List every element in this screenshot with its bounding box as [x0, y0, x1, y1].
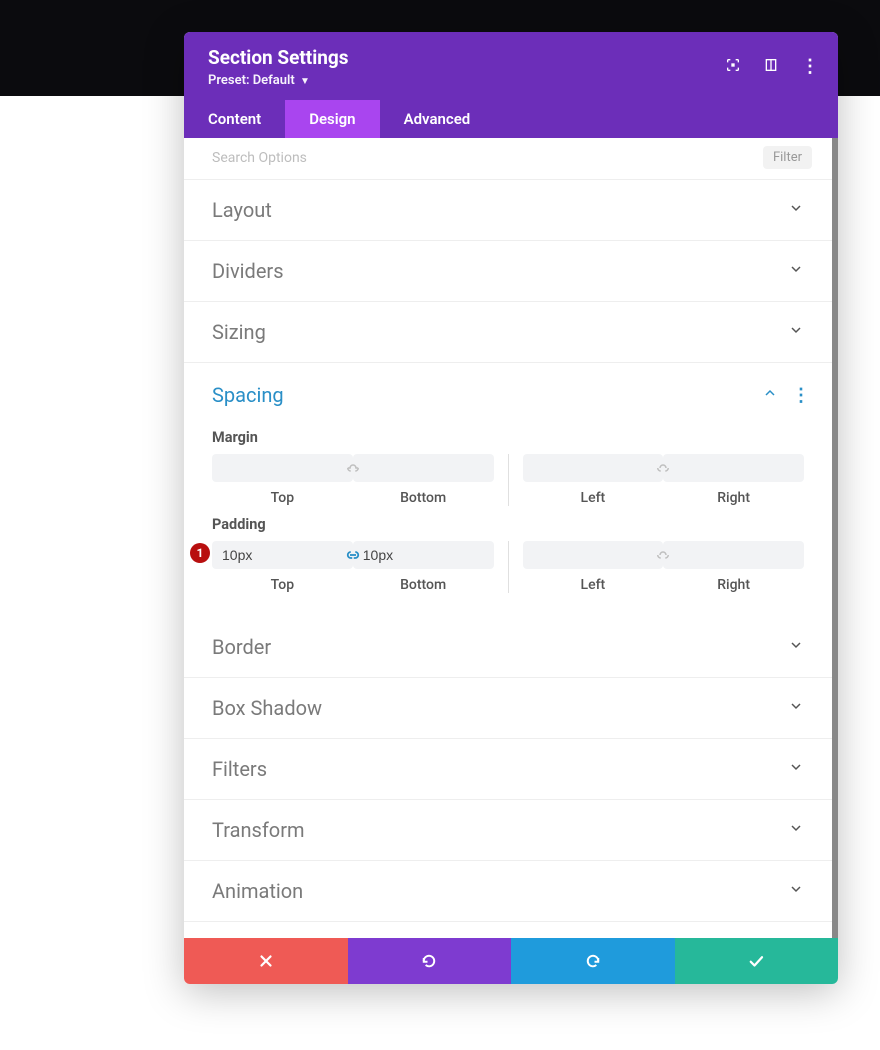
- padding-right-input[interactable]: [663, 541, 804, 569]
- chevron-down-icon: [788, 322, 804, 342]
- section-label: Transform: [212, 818, 305, 842]
- section-box-shadow[interactable]: Box Shadow: [184, 678, 832, 739]
- preset-prefix: Preset:: [208, 73, 253, 88]
- link-icon[interactable]: [342, 545, 364, 565]
- margin-left-input[interactable]: [523, 454, 664, 482]
- filter-button[interactable]: Filter: [763, 146, 812, 169]
- side-label-right: Right: [663, 577, 804, 593]
- focus-mode-icon[interactable]: [725, 57, 741, 77]
- more-options-icon[interactable]: ⋮: [801, 58, 818, 76]
- chevron-down-icon: [788, 698, 804, 718]
- padding-inputs: 1 Top Bottom: [212, 541, 804, 593]
- redo-button[interactable]: [511, 938, 675, 984]
- preset-dropdown[interactable]: Preset: Default ▼: [208, 73, 725, 88]
- section-label: Layout: [212, 198, 272, 222]
- header-left: Section Settings Preset: Default ▼: [208, 46, 725, 88]
- undo-icon: [420, 952, 438, 970]
- chevron-up-icon: [762, 385, 778, 405]
- margin-inputs: Top Bottom Left: [212, 454, 804, 506]
- section-border[interactable]: Border: [184, 617, 832, 678]
- margin-top-input[interactable]: [212, 454, 353, 482]
- section-options-icon[interactable]: ⋮: [792, 385, 810, 406]
- annotation-badge: 1: [190, 543, 210, 563]
- side-label-left: Left: [523, 490, 664, 506]
- margin-label: Margin: [212, 429, 804, 446]
- section-sizing[interactable]: Sizing: [184, 302, 832, 363]
- cancel-button[interactable]: [184, 938, 348, 984]
- tab-design[interactable]: Design: [285, 100, 379, 138]
- section-dividers[interactable]: Dividers: [184, 241, 832, 302]
- section-label: Sizing: [212, 320, 266, 344]
- side-label-bottom: Bottom: [353, 577, 494, 593]
- section-label: Dividers: [212, 259, 284, 283]
- modal-header: Section Settings Preset: Default ▼ ⋮: [184, 32, 838, 100]
- tab-content[interactable]: Content: [184, 100, 285, 138]
- chevron-down-icon: [788, 200, 804, 220]
- redo-icon: [584, 952, 602, 970]
- link-icon[interactable]: [652, 545, 674, 565]
- divider: [508, 454, 509, 506]
- padding-top-input[interactable]: [212, 541, 353, 569]
- section-layout[interactable]: Layout: [184, 180, 832, 241]
- side-label-top: Top: [212, 490, 353, 506]
- section-label: Spacing: [212, 383, 284, 407]
- close-icon: [257, 952, 275, 970]
- check-icon: [747, 952, 765, 970]
- responsive-view-icon[interactable]: [763, 57, 779, 77]
- section-animation[interactable]: Animation: [184, 861, 832, 922]
- chevron-down-icon: [788, 261, 804, 281]
- search-placeholder[interactable]: Search Options: [212, 150, 307, 166]
- section-transform[interactable]: Transform: [184, 800, 832, 861]
- save-button[interactable]: [675, 938, 839, 984]
- header-actions: ⋮: [725, 57, 818, 77]
- chevron-down-icon: [788, 759, 804, 779]
- settings-body[interactable]: Search Options Filter Layout Dividers Si…: [184, 138, 838, 938]
- section-label: Box Shadow: [212, 696, 322, 720]
- section-settings-modal: Section Settings Preset: Default ▼ ⋮ Con…: [184, 32, 838, 984]
- section-label: Border: [212, 635, 271, 659]
- tabs: Content Design Advanced: [184, 100, 838, 138]
- padding-pair-tb: Top Bottom: [212, 541, 494, 593]
- margin-bottom-input[interactable]: [353, 454, 494, 482]
- caret-down-icon: ▼: [300, 76, 310, 87]
- side-label-bottom: Bottom: [353, 490, 494, 506]
- link-icon[interactable]: [342, 458, 364, 478]
- help-link[interactable]: ?Help: [184, 922, 832, 938]
- preset-value: Default: [253, 73, 295, 88]
- divider: [508, 541, 509, 593]
- padding-label: Padding: [212, 516, 804, 533]
- section-filters[interactable]: Filters: [184, 739, 832, 800]
- section-spacing-header[interactable]: Spacing ⋮: [184, 363, 832, 413]
- margin-right-input[interactable]: [663, 454, 804, 482]
- search-row: Search Options Filter: [184, 138, 832, 180]
- side-label-left: Left: [523, 577, 664, 593]
- padding-left-input[interactable]: [523, 541, 664, 569]
- side-label-top: Top: [212, 577, 353, 593]
- chevron-down-icon: [788, 881, 804, 901]
- padding-bottom-input[interactable]: [353, 541, 494, 569]
- side-label-right: Right: [663, 490, 804, 506]
- section-spacing-body: Margin Top Bottom: [184, 413, 832, 617]
- chevron-down-icon: [788, 820, 804, 840]
- margin-pair-tb: Top Bottom: [212, 454, 494, 506]
- section-label: Animation: [212, 879, 303, 903]
- tab-advanced[interactable]: Advanced: [380, 100, 495, 138]
- link-icon[interactable]: [652, 458, 674, 478]
- modal-title: Section Settings: [208, 46, 725, 69]
- padding-pair-lr: Left Right: [523, 541, 805, 593]
- chevron-down-icon: [788, 637, 804, 657]
- margin-pair-lr: Left Right: [523, 454, 805, 506]
- modal-footer: [184, 938, 838, 984]
- section-label: Filters: [212, 757, 267, 781]
- undo-button[interactable]: [348, 938, 512, 984]
